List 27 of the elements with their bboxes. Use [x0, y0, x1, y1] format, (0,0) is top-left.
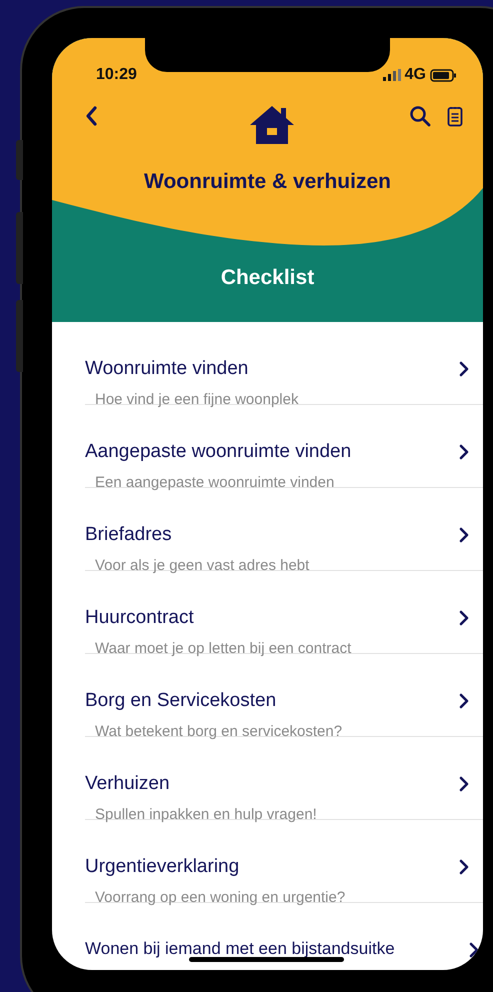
- battery-icon: [430, 68, 457, 82]
- chevron-right-icon: [459, 776, 469, 792]
- page-title: Woonruimte & verhuizen: [143, 169, 392, 195]
- item-title: Woonruimte vinden: [85, 358, 250, 381]
- signal-icon: [382, 69, 401, 81]
- chevron-right-icon: [459, 444, 469, 460]
- item-title: Aangepaste woonruimte vinden: [85, 441, 352, 464]
- clipboard-button[interactable]: [447, 104, 463, 128]
- item-title: Wonen bij iemand met een bijstandsuitke: [85, 939, 395, 960]
- status-time: 10:29: [96, 65, 137, 85]
- chevron-right-icon: [469, 942, 479, 958]
- chevron-right-icon: [459, 859, 469, 875]
- network-label: 4G: [404, 65, 426, 85]
- item-title: Verhuizen: [85, 773, 171, 796]
- house-icon: [248, 104, 294, 146]
- back-button[interactable]: [84, 104, 98, 128]
- chevron-right-icon: [459, 527, 469, 543]
- item-title: Urgentieverklaring: [85, 856, 240, 879]
- chevron-right-icon: [459, 693, 469, 709]
- item-title: Briefadres: [85, 524, 173, 547]
- chevron-right-icon: [459, 361, 469, 377]
- chevron-right-icon: [459, 610, 469, 626]
- search-button[interactable]: [409, 104, 431, 128]
- checklist-item[interactable]: Woonruimte vinden Hoe vind je een fijne woonplek: [85, 322, 483, 405]
- item-title: Borg en Servicekosten: [85, 690, 278, 713]
- section-title: Checklist: [220, 264, 316, 290]
- item-title: Huurcontract: [85, 607, 195, 630]
